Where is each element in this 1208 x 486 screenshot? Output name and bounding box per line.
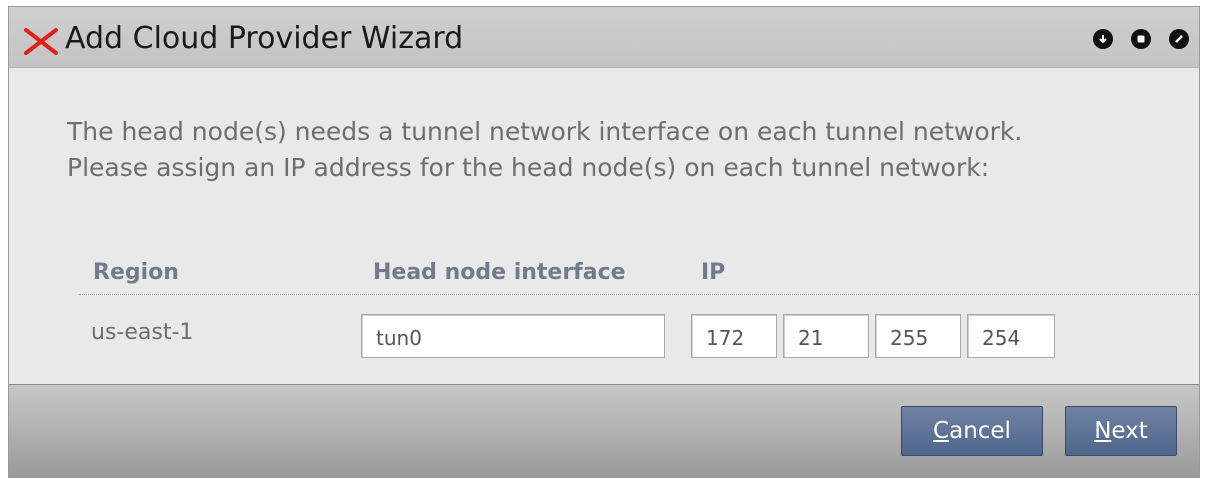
maximize-icon[interactable] (1131, 29, 1151, 49)
ip-octet-1-input[interactable] (691, 314, 777, 358)
column-header-interface: Head node interface (373, 260, 626, 285)
instruction-line-1: The head node(s) needs a tunnel network … (67, 117, 1023, 146)
wizard-content: The head node(s) needs a tunnel network … (9, 68, 1199, 384)
title-bar[interactable]: Add Cloud Provider Wizard (9, 7, 1199, 68)
app-x-icon (23, 27, 59, 55)
header-divider (79, 294, 1199, 295)
column-header-ip: IP (701, 260, 726, 285)
ip-octet-3-input[interactable] (875, 314, 961, 358)
wizard-window: Add Cloud Provider Wizard The head node(… (8, 6, 1200, 478)
ip-octet-2-input[interactable] (783, 314, 869, 358)
region-cell: us-east-1 (91, 320, 194, 345)
cancel-button[interactable]: Cancel (901, 406, 1043, 456)
ip-octet-4-input[interactable] (967, 314, 1055, 358)
instruction-line-2: Please assign an IP address for the head… (67, 153, 990, 182)
column-header-region: Region (93, 260, 179, 285)
window-title: Add Cloud Provider Wizard (65, 21, 464, 56)
cancel-label: ancel (949, 418, 1011, 444)
button-bar: Cancel Next (9, 384, 1199, 478)
cancel-mnemonic: C (933, 418, 950, 444)
next-label: ext (1111, 418, 1148, 444)
minimize-icon[interactable] (1093, 29, 1113, 49)
head-node-interface-input[interactable] (361, 314, 665, 358)
instruction-text: The head node(s) needs a tunnel network … (67, 114, 1187, 186)
next-mnemonic: N (1094, 418, 1112, 444)
close-icon[interactable] (1169, 29, 1189, 49)
next-button[interactable]: Next (1065, 406, 1177, 456)
